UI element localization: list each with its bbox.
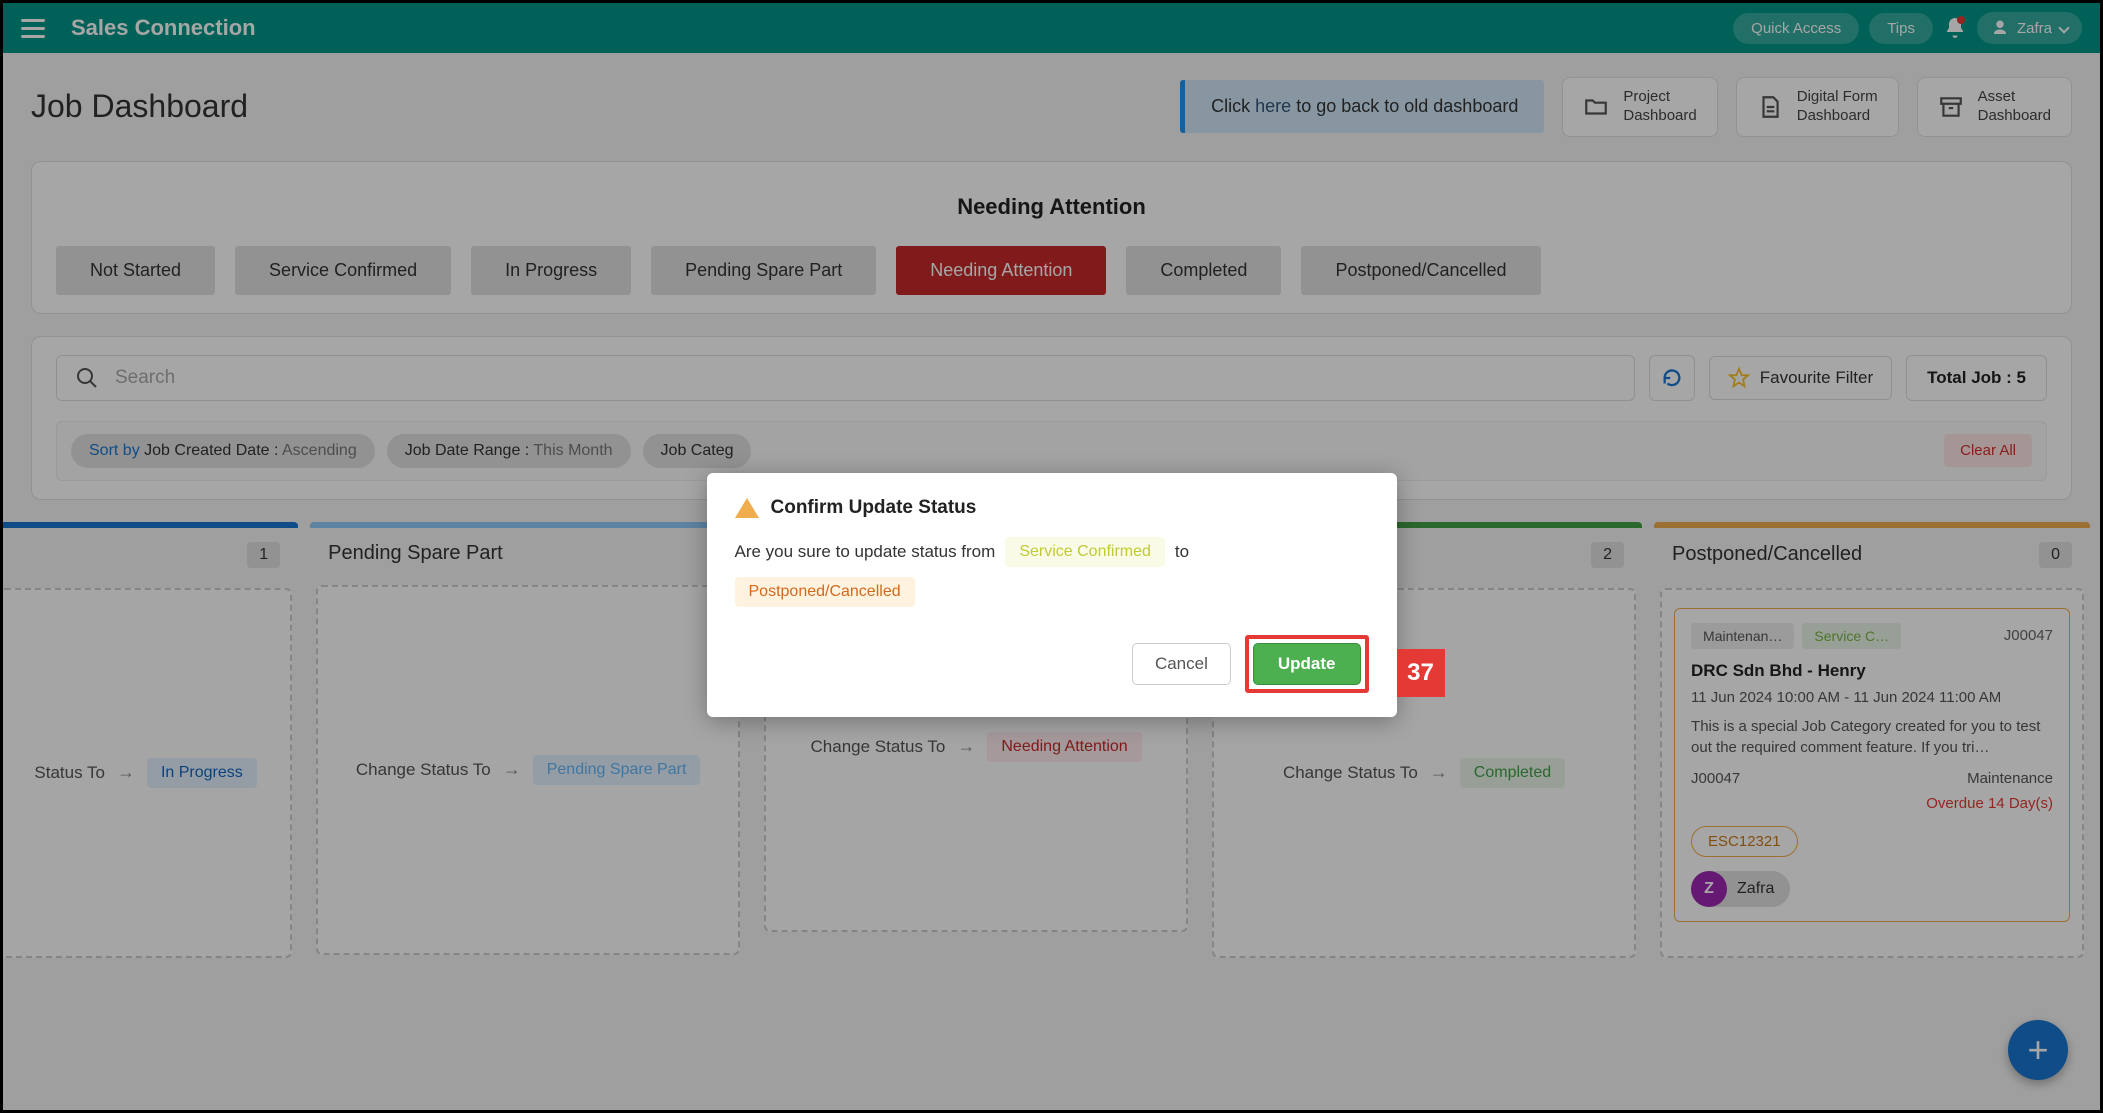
modal-title: Confirm Update Status bbox=[771, 497, 977, 519]
highlight-box: Update bbox=[1245, 635, 1369, 693]
to-status: Postponed/Cancelled bbox=[735, 577, 915, 607]
confirm-update-modal: Confirm Update Status Are you sure to up… bbox=[707, 473, 1397, 717]
warning-icon bbox=[735, 498, 759, 518]
update-button[interactable]: Update bbox=[1253, 643, 1361, 685]
from-status: Service Confirmed bbox=[1005, 537, 1165, 567]
modal-body: Are you sure to update status from Servi… bbox=[735, 537, 1369, 607]
step-number: 37 bbox=[1397, 649, 1445, 697]
cancel-button[interactable]: Cancel bbox=[1132, 643, 1231, 685]
modal-overlay: Confirm Update Status Are you sure to up… bbox=[3, 3, 2100, 1110]
